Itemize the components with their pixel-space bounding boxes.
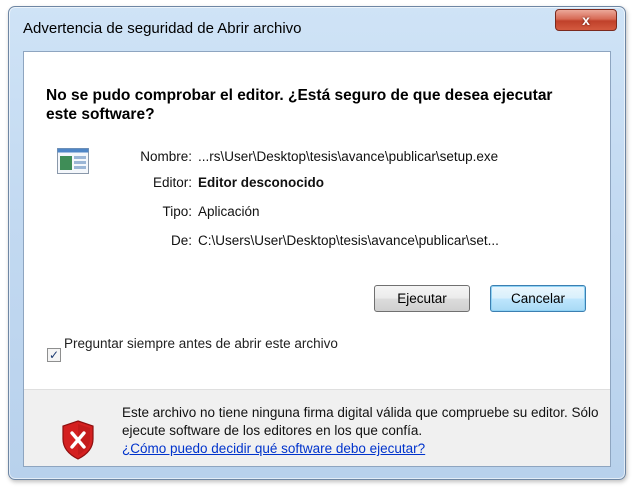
help-link[interactable]: ¿Cómo puedo decidir qué software debo ej…	[122, 441, 425, 456]
always-ask-label[interactable]: Preguntar siempre antes de abrir este ar…	[64, 335, 354, 352]
shield-error-icon	[62, 420, 94, 460]
name-value: ...rs\User\Desktop\tesis\avance\publicar…	[198, 149, 499, 164]
from-value: C:\Users\User\Desktop\tesis\avance\publi…	[198, 233, 499, 248]
dialog-content: No se pudo comprobar el editor. ¿Está se…	[23, 51, 611, 467]
dialog-heading: No se pudo comprobar el editor. ¿Está se…	[46, 87, 553, 123]
type-label: Tipo:	[162, 204, 192, 219]
warning-text: Este archivo no tiene ninguna firma digi…	[122, 405, 599, 438]
window-title: Advertencia de seguridad de Abrir archiv…	[23, 20, 302, 37]
checkmark-icon: ✓	[48, 348, 60, 362]
dialog-window: Advertencia de seguridad de Abrir archiv…	[8, 6, 626, 480]
always-ask-checkbox[interactable]: ✓	[47, 348, 61, 362]
from-label: De:	[170, 233, 192, 248]
title-bar[interactable]: Advertencia de seguridad de Abrir archiv…	[9, 7, 625, 51]
name-label: Nombre:	[140, 149, 192, 164]
run-button[interactable]: Ejecutar	[374, 285, 470, 312]
close-icon: x	[582, 12, 590, 28]
publisher-label: Editor:	[152, 175, 192, 190]
type-value: Aplicación	[198, 204, 260, 219]
close-button[interactable]: x	[555, 9, 617, 31]
publisher-value: Editor desconocido	[198, 175, 325, 190]
cancel-button[interactable]: Cancelar	[490, 285, 586, 312]
